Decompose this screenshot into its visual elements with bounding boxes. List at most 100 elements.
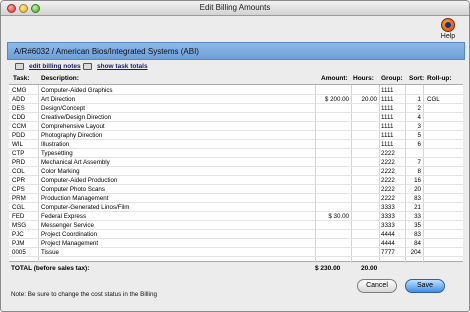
task-cell[interactable]: CPS bbox=[12, 186, 37, 194]
rollup-cell[interactable] bbox=[427, 132, 461, 140]
rollup-cell[interactable] bbox=[427, 141, 461, 149]
show-task-totals-link[interactable]: show task totals bbox=[97, 63, 148, 70]
table-row[interactable]: CDD Creative/Design Direction 1111 4 bbox=[9, 114, 463, 122]
rollup-cell[interactable] bbox=[427, 159, 461, 167]
amount-cell[interactable] bbox=[315, 105, 349, 113]
task-cell[interactable]: FED bbox=[12, 213, 37, 221]
title-bar[interactable]: Edit Billing Amounts bbox=[1, 1, 469, 16]
sort-cell[interactable]: 20 bbox=[407, 186, 421, 194]
group-cell[interactable]: 1111 bbox=[381, 96, 405, 104]
group-cell[interactable]: 1111 bbox=[381, 114, 405, 122]
table-row[interactable]: COL Color Marking 2222 8 bbox=[9, 168, 463, 176]
sort-cell[interactable]: 6 bbox=[407, 141, 421, 149]
rollup-cell[interactable] bbox=[427, 222, 461, 230]
group-cell[interactable]: 1111 bbox=[381, 141, 405, 149]
table-row[interactable]: PDD Photography Direction 1111 5 bbox=[9, 132, 463, 140]
table-row[interactable]: CPR Computer-Aided Production 2222 16 bbox=[9, 177, 463, 185]
hours-cell[interactable] bbox=[351, 195, 377, 203]
hours-cell[interactable] bbox=[351, 114, 377, 122]
rollup-cell[interactable] bbox=[427, 123, 461, 131]
table-row[interactable]: PJM Project Management 4444 84 bbox=[9, 240, 463, 248]
group-cell[interactable]: 2222 bbox=[381, 159, 405, 167]
amount-cell[interactable] bbox=[315, 204, 349, 212]
rollup-cell[interactable] bbox=[427, 87, 461, 95]
task-cell[interactable]: CPR bbox=[12, 177, 37, 185]
amount-cell[interactable] bbox=[315, 240, 349, 248]
sort-cell[interactable]: 16 bbox=[407, 177, 421, 185]
rollup-cell[interactable] bbox=[427, 114, 461, 122]
description-cell[interactable]: Comprehensive Layout bbox=[41, 123, 311, 131]
task-cell[interactable]: PDD bbox=[12, 132, 37, 140]
hours-cell[interactable] bbox=[351, 132, 377, 140]
amount-cell[interactable] bbox=[315, 231, 349, 239]
cancel-button[interactable]: Cancel bbox=[357, 279, 397, 293]
hours-cell[interactable] bbox=[351, 249, 377, 257]
description-cell[interactable]: Color Marking bbox=[41, 168, 311, 176]
task-cell[interactable]: COL bbox=[12, 168, 37, 176]
hours-cell[interactable] bbox=[351, 240, 377, 248]
hours-cell[interactable]: 20.00 bbox=[351, 96, 377, 104]
sort-cell[interactable]: 83 bbox=[407, 195, 421, 203]
description-cell[interactable]: Project Management bbox=[41, 240, 311, 248]
hours-cell[interactable] bbox=[351, 213, 377, 221]
task-cell[interactable]: PJM bbox=[12, 240, 37, 248]
table-row[interactable]: PJC Project Coordination 4444 83 bbox=[9, 231, 463, 239]
rollup-cell[interactable] bbox=[427, 186, 461, 194]
amount-cell[interactable] bbox=[315, 87, 349, 95]
task-cell[interactable]: CCM bbox=[12, 123, 37, 131]
amount-cell[interactable] bbox=[315, 114, 349, 122]
task-cell[interactable]: MSG bbox=[12, 222, 37, 230]
rollup-cell[interactable] bbox=[427, 213, 461, 221]
sort-cell[interactable]: 5 bbox=[407, 132, 421, 140]
table-row[interactable]: CPS Computer Photo Scans 2222 20 bbox=[9, 186, 463, 194]
description-cell[interactable]: Design/Concept bbox=[41, 105, 311, 113]
task-cell[interactable]: PJC bbox=[12, 231, 37, 239]
rollup-cell[interactable] bbox=[427, 240, 461, 248]
hours-cell[interactable] bbox=[351, 222, 377, 230]
table-row[interactable]: CTP Typesetting 2222 bbox=[9, 150, 463, 158]
table-row[interactable]: FED Federal Express $ 30.00 3333 33 bbox=[9, 213, 463, 221]
description-cell[interactable]: Creative/Design Direction bbox=[41, 114, 311, 122]
group-cell[interactable]: 2222 bbox=[381, 186, 405, 194]
amount-cell[interactable]: $ 30.00 bbox=[315, 213, 349, 221]
description-cell[interactable]: Illustration bbox=[41, 141, 311, 149]
table-row[interactable]: CMG Computer-Aided Graphics 1111 bbox=[9, 87, 463, 95]
description-cell[interactable]: Tissue bbox=[41, 249, 311, 257]
sort-cell[interactable]: 7 bbox=[407, 159, 421, 167]
rollup-cell[interactable] bbox=[427, 231, 461, 239]
description-cell[interactable]: Typesetting bbox=[41, 150, 311, 158]
sort-cell[interactable]: 2 bbox=[407, 105, 421, 113]
sort-cell[interactable]: 1 bbox=[407, 96, 421, 104]
group-cell[interactable]: 2222 bbox=[381, 195, 405, 203]
sort-cell[interactable] bbox=[407, 87, 421, 95]
description-cell[interactable]: Computer-Aided Graphics bbox=[41, 87, 311, 95]
table-row[interactable]: CCM Comprehensive Layout 1111 3 bbox=[9, 123, 463, 131]
sort-cell[interactable]: 35 bbox=[407, 222, 421, 230]
group-cell[interactable]: 3333 bbox=[381, 204, 405, 212]
sort-cell[interactable]: 83 bbox=[407, 231, 421, 239]
table-row[interactable]: 0005 Tissue 7777 204 bbox=[9, 249, 463, 257]
description-cell[interactable]: Project Coordination bbox=[41, 231, 311, 239]
amount-cell[interactable] bbox=[315, 168, 349, 176]
hours-cell[interactable] bbox=[351, 141, 377, 149]
task-cell[interactable]: CTP bbox=[12, 150, 37, 158]
table-row[interactable]: MSG Messenger Service 3333 35 bbox=[9, 222, 463, 230]
amount-cell[interactable] bbox=[315, 123, 349, 131]
rollup-cell[interactable] bbox=[427, 204, 461, 212]
amount-cell[interactable] bbox=[315, 150, 349, 158]
group-cell[interactable]: 4444 bbox=[381, 231, 405, 239]
group-cell[interactable]: 3333 bbox=[381, 222, 405, 230]
amount-cell[interactable] bbox=[315, 186, 349, 194]
group-cell[interactable]: 3333 bbox=[381, 213, 405, 221]
table-row[interactable]: WIL Illustration 1111 6 bbox=[9, 141, 463, 149]
task-cell[interactable]: 0005 bbox=[12, 249, 37, 257]
amount-cell[interactable] bbox=[315, 177, 349, 185]
hours-cell[interactable] bbox=[351, 87, 377, 95]
group-cell[interactable]: 1111 bbox=[381, 123, 405, 131]
table-row[interactable]: CGL Computer-Generated Linos/Film 3333 21 bbox=[9, 204, 463, 212]
group-cell[interactable]: 2222 bbox=[381, 168, 405, 176]
save-button[interactable]: Save bbox=[405, 279, 445, 293]
rollup-cell[interactable] bbox=[427, 168, 461, 176]
group-cell[interactable]: 7777 bbox=[381, 249, 405, 257]
description-cell[interactable]: Mechanical Art Assembly bbox=[41, 159, 311, 167]
